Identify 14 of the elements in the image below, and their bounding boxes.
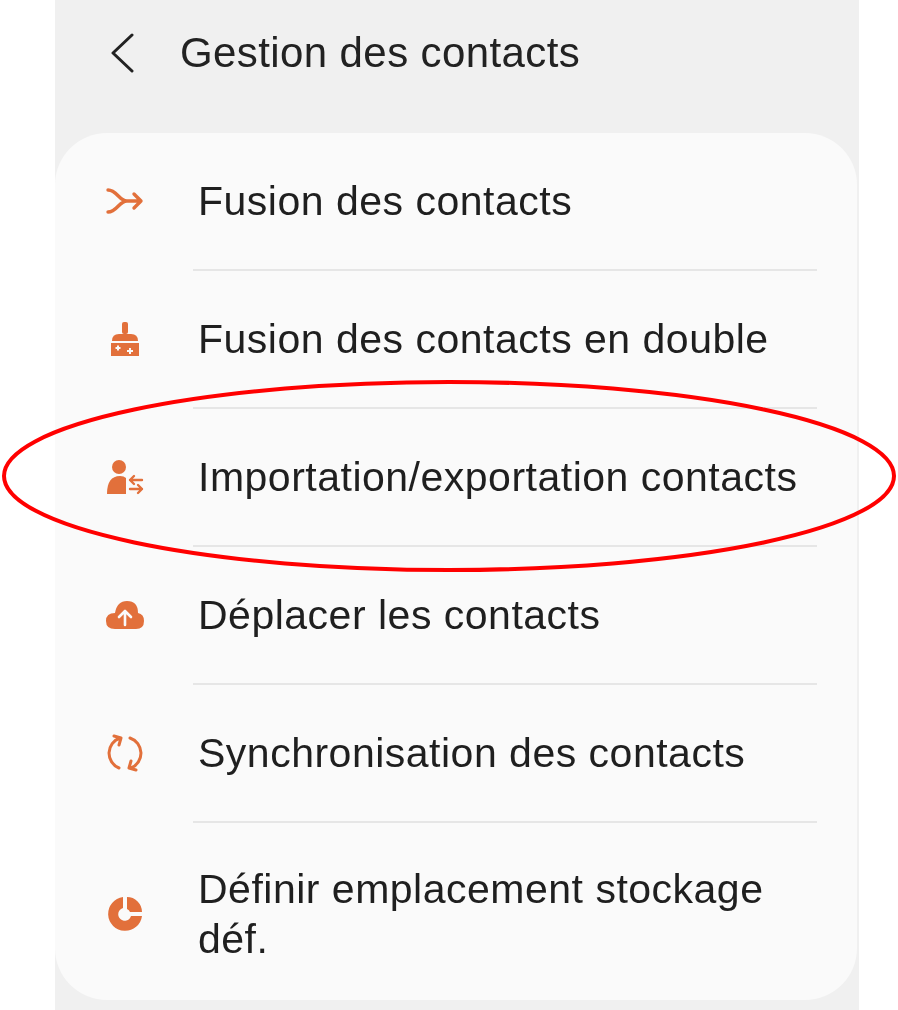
cloud-upload-icon — [105, 600, 145, 630]
screen-title: Gestion des contacts — [180, 29, 581, 77]
sync-icon — [105, 733, 145, 773]
brush-icon — [108, 321, 142, 357]
pie-chart-icon — [107, 896, 143, 932]
person-arrows-icon — [106, 459, 144, 495]
menu-item[interactable]: Déplacer les contacts — [55, 547, 857, 683]
merge-arrow-icon — [105, 186, 145, 216]
menu-item[interactable]: Fusion des contacts en double — [55, 271, 857, 407]
menu-item[interactable]: Définir emplacement stockage déf. — [55, 823, 857, 1005]
back-icon[interactable] — [110, 33, 134, 73]
menu-item[interactable]: Fusion des contacts — [55, 133, 857, 269]
menu-item[interactable]: Synchronisation des contacts — [55, 685, 857, 821]
menu-item[interactable]: Importation/exportation contacts — [55, 409, 857, 545]
